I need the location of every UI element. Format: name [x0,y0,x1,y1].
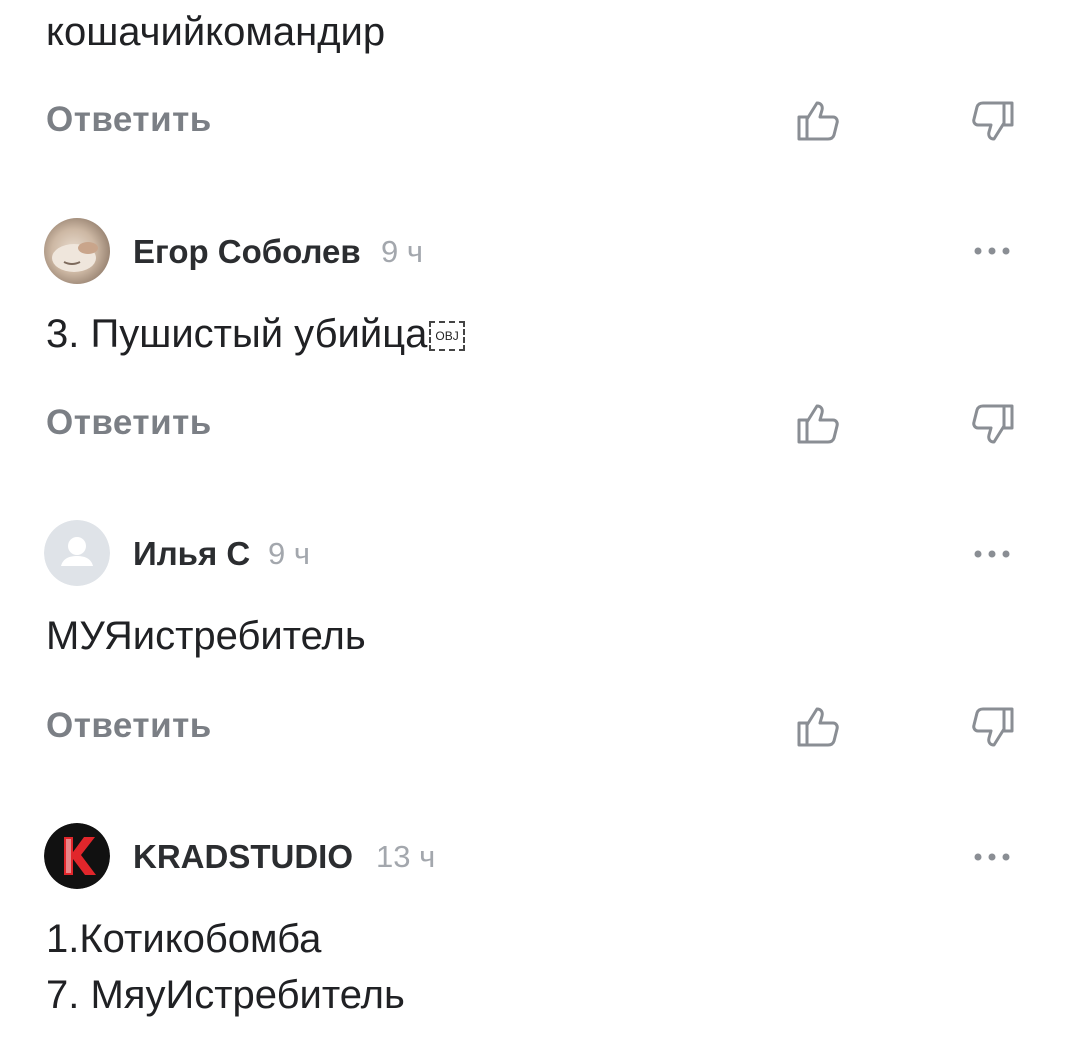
object-replacement-glyph: OBJ [429,321,465,352]
author-name[interactable]: Егор Соболев [133,233,361,271]
avatar[interactable] [44,823,110,889]
dislike-button[interactable] [968,97,1016,145]
comment-text: 1.Котикобомба 7. МяуИстребитель [46,917,405,1017]
thumb-down-icon [972,707,1014,747]
more-options-button[interactable] [970,847,1014,867]
comment-text: кошачийкомандир [46,10,386,54]
reply-button[interactable]: Ответить [46,706,212,746]
thumb-up-icon [797,404,839,444]
more-dots-icon [974,853,1010,861]
avatar[interactable] [44,218,110,284]
like-button[interactable] [795,400,843,448]
dislike-button[interactable] [968,703,1016,751]
comment-text: МУЯистребитель [46,614,366,658]
like-button[interactable] [795,97,843,145]
more-options-button[interactable] [970,241,1014,261]
comment-time: 9 ч [268,536,311,571]
kradstudio-logo-avatar [44,823,110,889]
more-dots-icon [974,247,1010,255]
thumb-down-icon [972,404,1014,444]
thumb-up-icon [797,707,839,747]
comment-time: 9 ч [381,234,424,269]
comment-text-content: 3. Пушистый убийца [46,312,428,356]
reply-button[interactable]: Ответить [46,100,212,140]
avatar[interactable] [44,520,110,586]
default-user-avatar-icon [44,520,110,586]
thumb-up-icon [797,101,839,141]
reply-button[interactable]: Ответить [46,403,212,443]
thumb-down-icon [972,101,1014,141]
comment-text: 3. Пушистый убийца OBJ [46,306,465,362]
author-name[interactable]: KRADSTUDIO [133,838,353,876]
dislike-button[interactable] [968,400,1016,448]
more-dots-icon [974,550,1010,558]
cat-photo-avatar [44,218,110,284]
author-name[interactable]: Илья С [133,535,250,573]
comment-time: 13 ч [376,839,436,874]
like-button[interactable] [795,703,843,751]
more-options-button[interactable] [970,544,1014,564]
